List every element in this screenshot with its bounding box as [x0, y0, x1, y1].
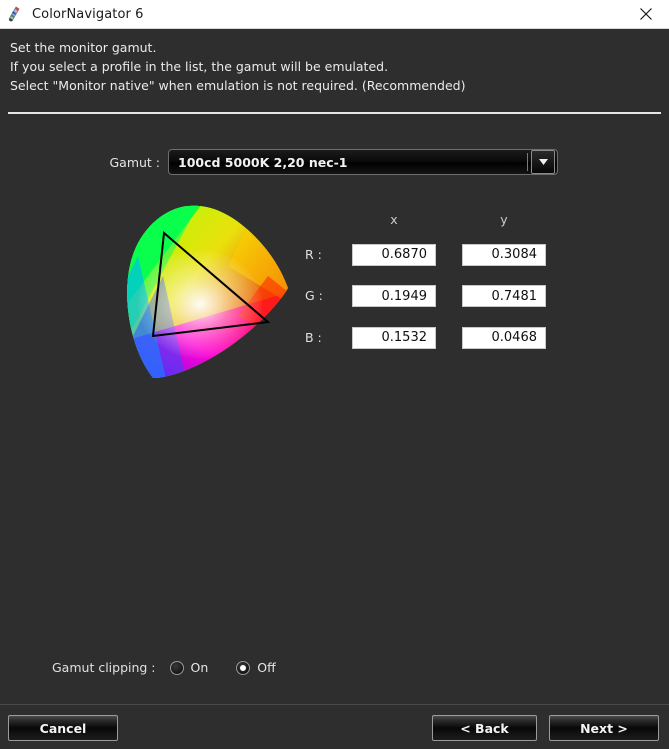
window-title: ColorNavigator 6: [32, 6, 144, 22]
blue-y-input[interactable]: 0.0468: [462, 326, 546, 349]
close-icon[interactable]: [623, 0, 669, 27]
back-button[interactable]: < Back: [432, 715, 537, 741]
gamut-clipping-label: Gamut clipping :: [52, 660, 156, 675]
red-label: R :: [305, 246, 322, 262]
red-x-input[interactable]: 0.6870: [352, 243, 436, 266]
cancel-button[interactable]: Cancel: [8, 715, 118, 741]
combo-separator: [527, 153, 528, 171]
radio-off-icon[interactable]: [236, 660, 251, 675]
gamut-clipping-off-option[interactable]: Off: [236, 660, 276, 675]
column-header-x: x: [390, 212, 398, 227]
colornavigator-icon: [6, 5, 24, 23]
radio-on-icon[interactable]: [169, 660, 184, 675]
instruction-line-2: If you select a profile in the list, the…: [10, 59, 389, 74]
table-row: R : 0.6870 0.3084: [305, 243, 559, 285]
gamut-label: Gamut :: [109, 154, 160, 170]
green-label: G :: [305, 288, 323, 304]
gamut-row: Gamut : 100cd 5000K 2,20 nec-1: [0, 149, 669, 175]
next-button[interactable]: Next >: [549, 715, 659, 741]
radio-on-label: On: [190, 660, 209, 675]
radio-off-label: Off: [257, 660, 276, 675]
green-x-input[interactable]: 0.1949: [352, 285, 436, 307]
table-row: G : 0.1949 0.7481: [305, 285, 559, 327]
instruction-block: Set the monitor gamut. If you select a p…: [0, 29, 669, 95]
red-y-input[interactable]: 0.3084: [462, 243, 546, 266]
gamut-selected-value: 100cd 5000K 2,20 nec-1: [178, 154, 348, 170]
blue-x-input[interactable]: 0.1532: [352, 326, 436, 349]
gamut-clipping-on-option[interactable]: On: [169, 660, 209, 675]
instruction-line-3: Select "Monitor native" when emulation i…: [10, 78, 466, 93]
column-header-y: y: [500, 212, 508, 227]
corner-spacer: [305, 212, 339, 243]
title-bar: ColorNavigator 6: [0, 0, 669, 29]
header-divider: [8, 112, 661, 114]
green-y-input[interactable]: 0.7481: [462, 285, 546, 307]
chevron-down-icon[interactable]: [531, 150, 555, 174]
table-header-row: x y: [305, 212, 559, 243]
gamut-clipping-row: Gamut clipping : On Off: [52, 660, 304, 675]
table-row: B : 0.1532 0.0468: [305, 326, 559, 368]
button-bar: Cancel < Back Next >: [0, 704, 669, 749]
instruction-line-1: Set the monitor gamut.: [10, 40, 157, 55]
gamut-select[interactable]: 100cd 5000K 2,20 nec-1: [168, 149, 558, 175]
chromaticity-diagram: [108, 196, 293, 388]
blue-label: B :: [305, 329, 322, 345]
primaries-table: x y R : 0.6870 0.3084 G : 0.1949 0.7481 …: [305, 212, 559, 368]
